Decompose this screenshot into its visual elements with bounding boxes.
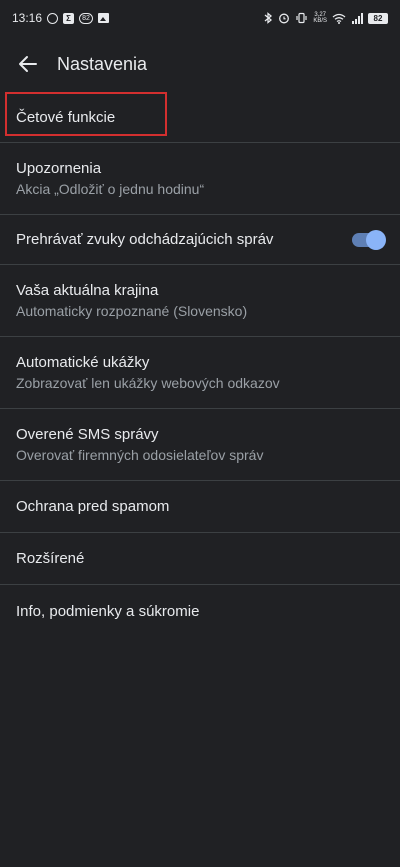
setting-title: Info, podmienky a súkromie — [16, 602, 200, 620]
notification-count-badge: 82 — [79, 12, 94, 24]
arrow-back-icon — [19, 56, 37, 72]
messenger-icon — [47, 12, 59, 24]
network-speed: 3,27 KB/S — [313, 12, 327, 24]
setting-title: Upozornenia — [16, 160, 102, 177]
gallery-icon — [98, 13, 110, 23]
page-title: Nastavenia — [57, 53, 148, 74]
setting-notifications[interactable]: Upozornenia Akcia „Odložiť o jednu hodin… — [0, 143, 400, 215]
settings-list: Četové funkcie Upozornenia Akcia „Odloži… — [0, 92, 400, 637]
vibrate-icon — [296, 12, 307, 24]
setting-chat-features[interactable]: Četové funkcie — [0, 92, 400, 143]
setting-title: Ochrana pred spamom — [16, 498, 170, 515]
back-button[interactable] — [0, 36, 56, 92]
setting-subtitle: Overovať firemných odosielateľov správ — [16, 447, 264, 463]
setting-subtitle: Automaticky rozpoznané (Slovensko) — [16, 303, 248, 319]
setting-automatic-previews[interactable]: Automatické ukážky Zobrazovať len ukážky… — [0, 337, 400, 409]
alarm-icon — [279, 13, 290, 24]
setting-title: Overené SMS správy — [16, 426, 159, 443]
signal-icon — [352, 12, 363, 24]
battery-indicator: 82 — [368, 12, 388, 24]
outgoing-sounds-toggle[interactable] — [352, 229, 386, 250]
status-bar-right: 3,27 KB/S 82 — [264, 12, 388, 24]
toggle-thumb — [366, 229, 386, 250]
setting-current-country[interactable]: Vaša aktuálna krajina Automaticky rozpoz… — [0, 265, 400, 337]
network-speed-unit: KB/S — [313, 18, 327, 24]
setting-title: Rozšírené — [16, 550, 85, 567]
setting-subtitle: Akcia „Odložiť o jednu hodinu“ — [16, 181, 205, 197]
sigma-app-icon: Σ — [63, 12, 75, 24]
setting-title: Četové funkcie — [16, 108, 116, 126]
setting-verified-sms[interactable]: Overené SMS správy Overovať firemných od… — [0, 409, 400, 481]
setting-outgoing-sounds[interactable]: Prehrávať zvuky odchádzajúcich správ — [0, 215, 400, 265]
bluetooth-icon — [264, 12, 273, 24]
setting-title: Automatické ukážky — [16, 354, 150, 371]
setting-advanced[interactable]: Rozšírené — [0, 533, 400, 585]
setting-title: Prehrávať zvuky odchádzajúcich správ — [16, 231, 274, 248]
status-time: 13:16 — [12, 11, 43, 25]
app-bar: Nastavenia — [0, 36, 400, 92]
setting-subtitle: Zobrazovať len ukážky webových odkazov — [16, 375, 280, 391]
setting-about[interactable]: Info, podmienky a súkromie — [0, 585, 400, 637]
setting-spam-protection[interactable]: Ochrana pred spamom — [0, 481, 400, 533]
wifi-icon — [332, 13, 346, 24]
status-bar: 13:16 Σ 82 3,27 KB/S 82 — [0, 0, 400, 36]
setting-title: Vaša aktuálna krajina — [16, 282, 159, 299]
status-bar-left: 13:16 Σ 82 — [12, 11, 110, 25]
